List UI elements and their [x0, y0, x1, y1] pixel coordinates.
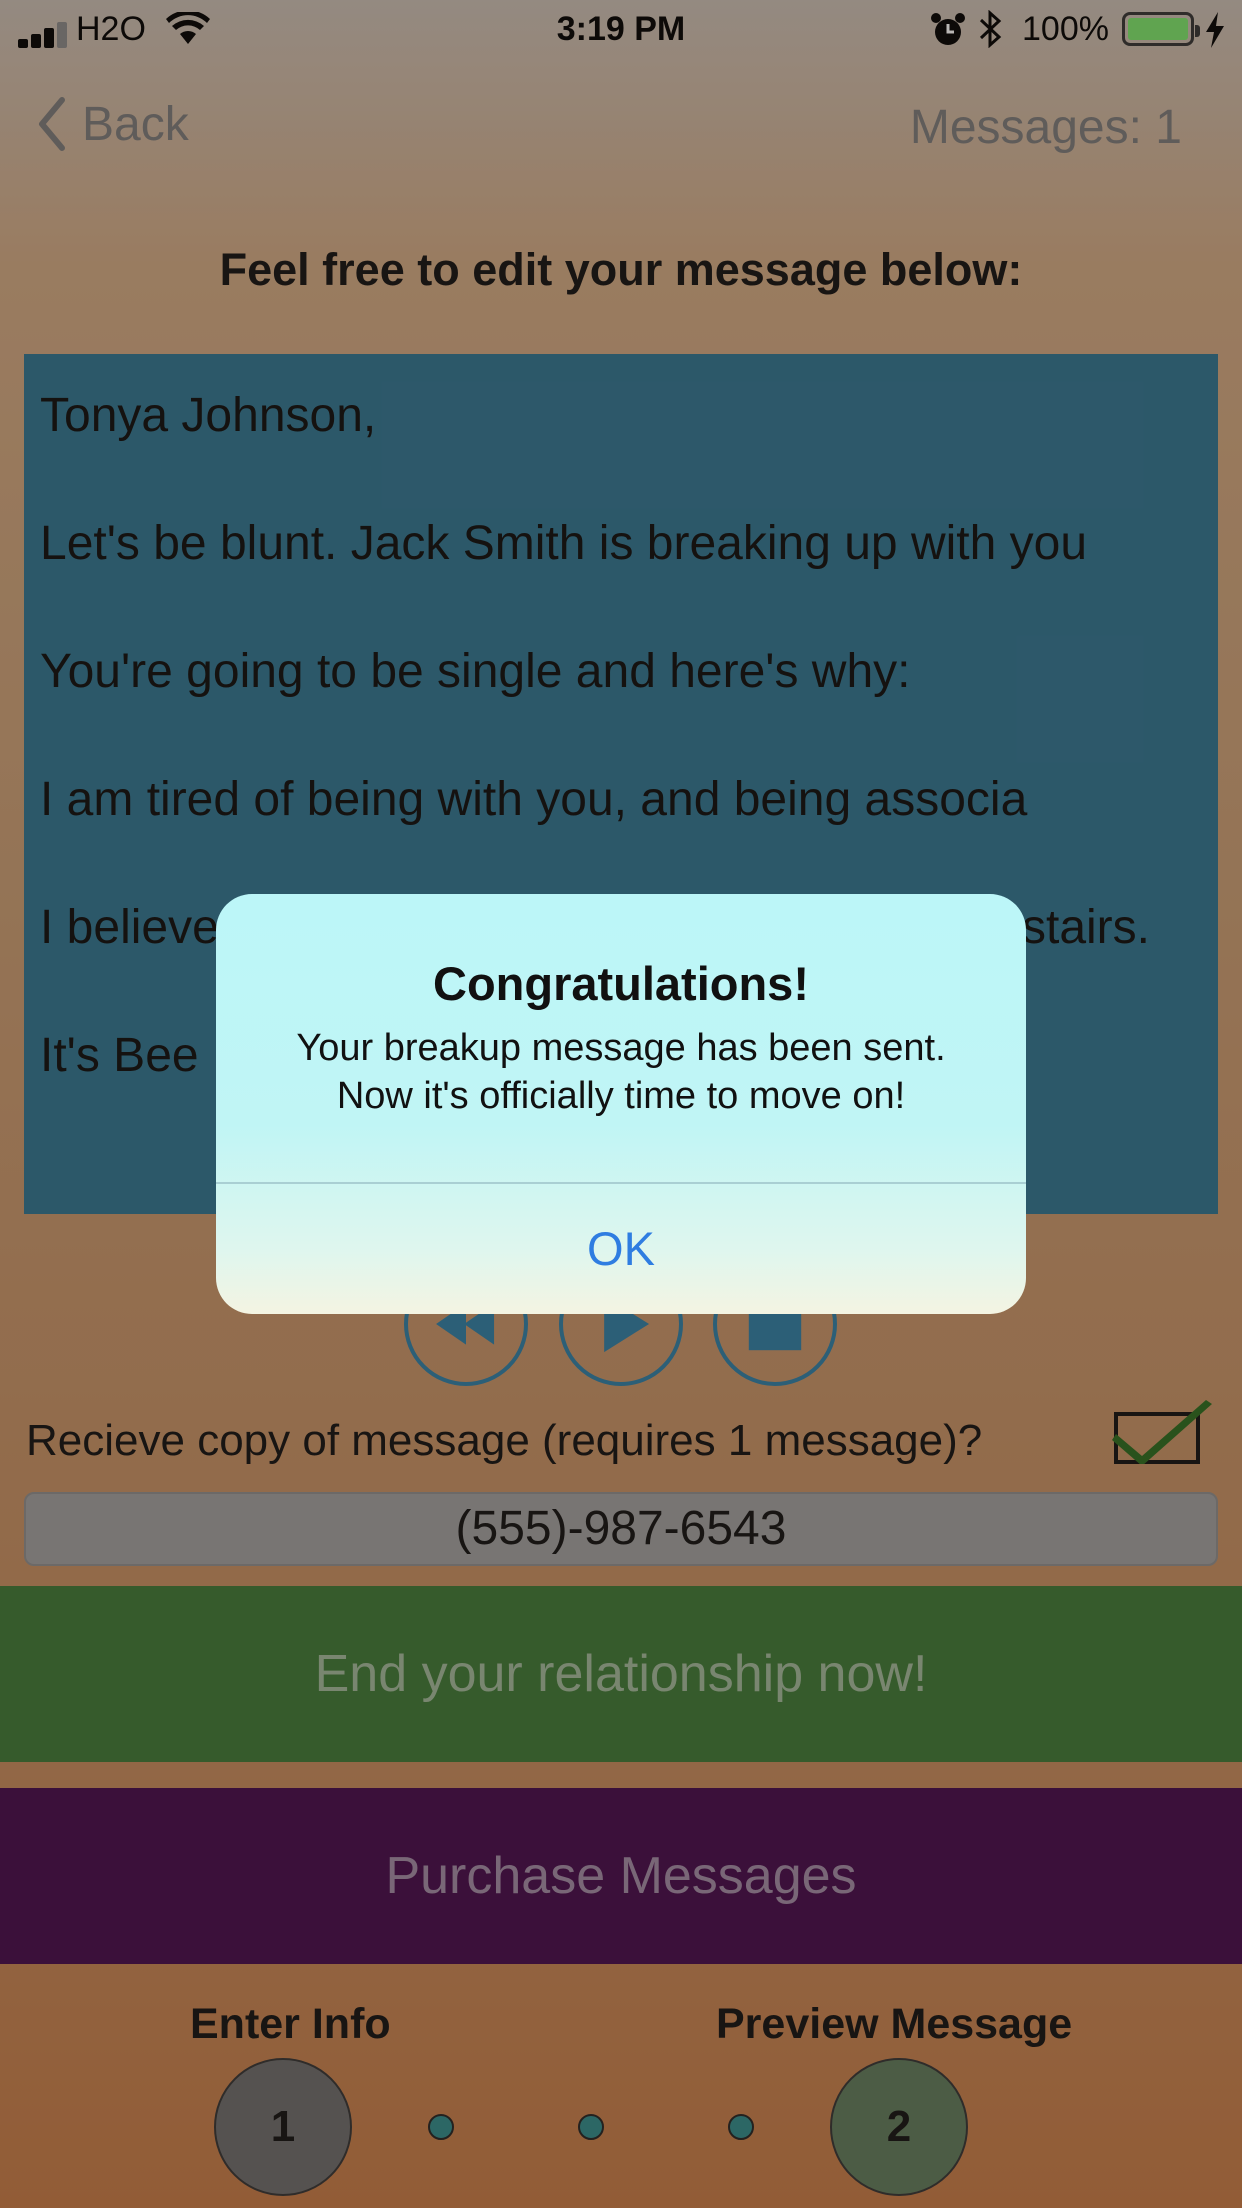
alert-message: Your breakup message has been sent. Now …	[236, 1024, 1006, 1120]
alert-title: Congratulations!	[433, 957, 809, 1010]
alert-message-line: Now it's officially time to move on!	[336, 1075, 906, 1117]
alert-ok-button[interactable]: OK	[216, 1184, 1026, 1314]
success-alert: Congratulations! Your breakup message ha…	[216, 894, 1026, 1314]
alert-message-line: Your breakup message has been sent.	[296, 1027, 946, 1069]
